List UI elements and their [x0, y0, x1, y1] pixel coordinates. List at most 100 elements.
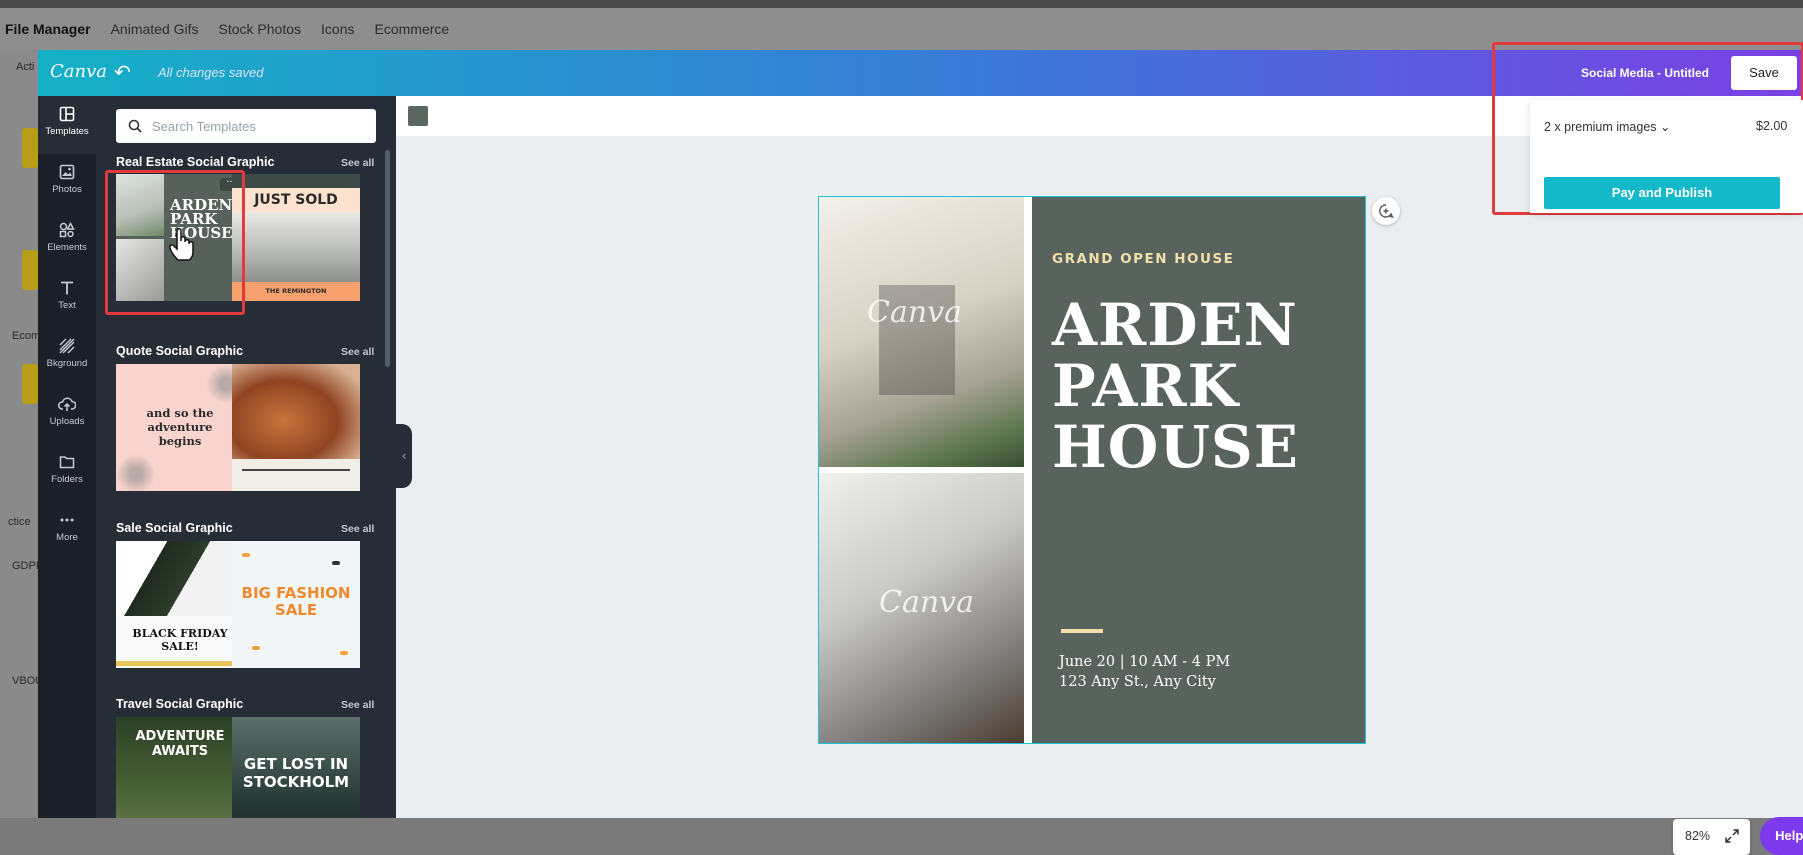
canva-logo[interactable]: Canva — [50, 61, 107, 82]
search-input[interactable] — [150, 109, 370, 143]
background-sidebar: Acti Ecom ctice GDPR VBOU — [0, 50, 44, 818]
template-line — [242, 469, 350, 471]
template-title: JUST SOLD — [232, 188, 360, 212]
photo-divider — [819, 467, 1024, 473]
template-quote: and so the adventure begins — [146, 406, 214, 448]
rail-label: Folders — [51, 474, 83, 485]
template-stockholm[interactable]: GET LOST IN STOCKHOLM — [232, 717, 360, 818]
confetti — [252, 646, 260, 650]
add-comment-button[interactable] — [1372, 197, 1400, 225]
rail-label: Photos — [52, 184, 82, 195]
rail-label: Text — [58, 300, 76, 311]
rail-item-elements[interactable]: Elements — [38, 212, 96, 270]
accent-line[interactable] — [1061, 629, 1103, 633]
design-subtitle[interactable]: GRAND OPEN HOUSE — [1052, 251, 1234, 267]
more-icon — [60, 518, 74, 522]
section-title-sale: Sale Social Graphic — [116, 521, 233, 535]
highlight-template — [105, 170, 245, 315]
photo-divider — [1024, 197, 1032, 743]
rail-item-uploads[interactable]: Uploads — [38, 386, 96, 444]
template-hair-quote[interactable] — [232, 364, 360, 491]
nav-stock-photos[interactable]: Stock Photos — [219, 21, 302, 37]
design-title[interactable]: ARDEN PARK HOUSE — [1052, 295, 1299, 478]
folder-icon — [22, 128, 38, 168]
collapse-panel-button[interactable]: ‹ — [396, 424, 412, 488]
rail-label: Templates — [45, 126, 89, 137]
confetti — [332, 561, 340, 565]
background-label: ctice — [8, 516, 31, 528]
design-canvas[interactable]: Canva Canva GRAND OPEN HOUSE ARDEN PARK … — [818, 196, 1366, 744]
photos-icon — [59, 164, 75, 180]
see-all-travel[interactable]: See all — [341, 699, 374, 711]
confetti — [340, 651, 348, 655]
watermark: Canva — [867, 295, 962, 330]
expand-icon[interactable] — [1725, 829, 1739, 843]
panel-scrollbar[interactable] — [385, 150, 390, 367]
template-big-fashion-sale[interactable]: BIG FASHION SALE — [232, 541, 360, 668]
rail-item-more[interactable]: More — [38, 502, 96, 560]
background-top-bar — [0, 0, 1803, 8]
template-subtitle: THE REMINGTON — [232, 282, 360, 301]
watermark: Canva — [879, 585, 974, 620]
nav-icons[interactable]: Icons — [321, 21, 354, 37]
rail-label: Bkground — [46, 358, 88, 369]
comment-icon — [1379, 204, 1394, 219]
publish-price: $2.00 — [1756, 119, 1788, 133]
search-icon — [128, 119, 142, 133]
stairs-photo[interactable]: Canva — [819, 473, 1024, 743]
see-all-sale[interactable]: See all — [341, 523, 374, 535]
template-just-sold[interactable]: JUST SOLD THE REMINGTON — [232, 174, 360, 301]
undo-icon[interactable]: ↶ — [114, 60, 131, 84]
rail-item-text[interactable]: Text — [38, 270, 96, 328]
template-adventure-awaits[interactable]: ADVENTURE AWAITS — [116, 717, 244, 818]
see-all-real-estate[interactable]: See all — [341, 157, 374, 169]
confetti — [242, 553, 250, 557]
template-band — [232, 174, 360, 188]
template-title: BLACK FRIDAY SALE! — [132, 627, 228, 653]
template-title: ADVENTURE AWAITS — [135, 729, 225, 759]
text-icon — [61, 281, 73, 295]
color-swatch[interactable] — [408, 106, 428, 126]
search-box[interactable] — [116, 109, 376, 143]
zoom-level: 82% — [1685, 829, 1711, 843]
nav-animated-gifs[interactable]: Animated Gifs — [111, 21, 199, 37]
template-black-friday[interactable]: BLACK FRIDAY SALE! — [116, 541, 244, 668]
rail-item-folders[interactable]: Folders — [38, 444, 96, 502]
template-title: GET LOST IN STOCKHOLM — [242, 755, 350, 791]
background-label: Ecom — [12, 330, 41, 342]
chevron-down-icon: ⌄ — [1660, 120, 1671, 134]
templates-icon — [59, 106, 75, 122]
save-status: All changes saved — [158, 65, 264, 80]
rail-item-photos[interactable]: Photos — [38, 154, 96, 212]
nav-ecommerce[interactable]: Ecommerce — [375, 21, 450, 37]
chevron-left-icon: ‹ — [401, 449, 407, 463]
folder-icon — [22, 250, 38, 290]
pay-and-publish-button[interactable]: Pay and Publish — [1544, 177, 1780, 209]
template-flower — [116, 454, 156, 491]
house-photo[interactable]: Canva — [819, 197, 1024, 467]
template-photo — [232, 364, 360, 459]
publish-popover: 2 x premium images ⌄ $2.00 Pay and Publi… — [1530, 100, 1803, 213]
template-title: BIG FASHION SALE — [241, 584, 351, 619]
section-title-quote: Quote Social Graphic — [116, 344, 244, 358]
help-button[interactable]: Help ? — [1760, 817, 1803, 855]
rail-label: Uploads — [49, 416, 85, 427]
rail-label: More — [56, 532, 78, 543]
design-address[interactable]: 123 Any St., Any City — [1059, 674, 1216, 690]
zoom-control[interactable]: 82% — [1673, 819, 1750, 855]
side-rail: Templates Photos Elements Text Bkground … — [38, 96, 96, 818]
nav-file-manager[interactable]: File Manager — [5, 21, 91, 37]
folders-icon — [59, 456, 75, 469]
rail-item-background[interactable]: Bkground — [38, 328, 96, 386]
template-adventure-begins[interactable]: and so the adventure begins — [116, 364, 244, 491]
uploads-icon — [58, 397, 76, 411]
premium-images-toggle[interactable]: 2 x premium images ⌄ — [1544, 119, 1671, 134]
section-title-real-estate: Real Estate Social Graphic — [116, 155, 275, 169]
section-title-travel: Travel Social Graphic — [116, 697, 244, 711]
rail-item-templates[interactable]: Templates — [38, 96, 96, 154]
folder-icon — [22, 364, 38, 404]
rail-label: Elements — [47, 242, 87, 253]
design-date[interactable]: June 20 | 10 AM - 4 PM — [1059, 654, 1230, 670]
see-all-quote[interactable]: See all — [341, 346, 374, 358]
template-photo — [232, 212, 360, 282]
